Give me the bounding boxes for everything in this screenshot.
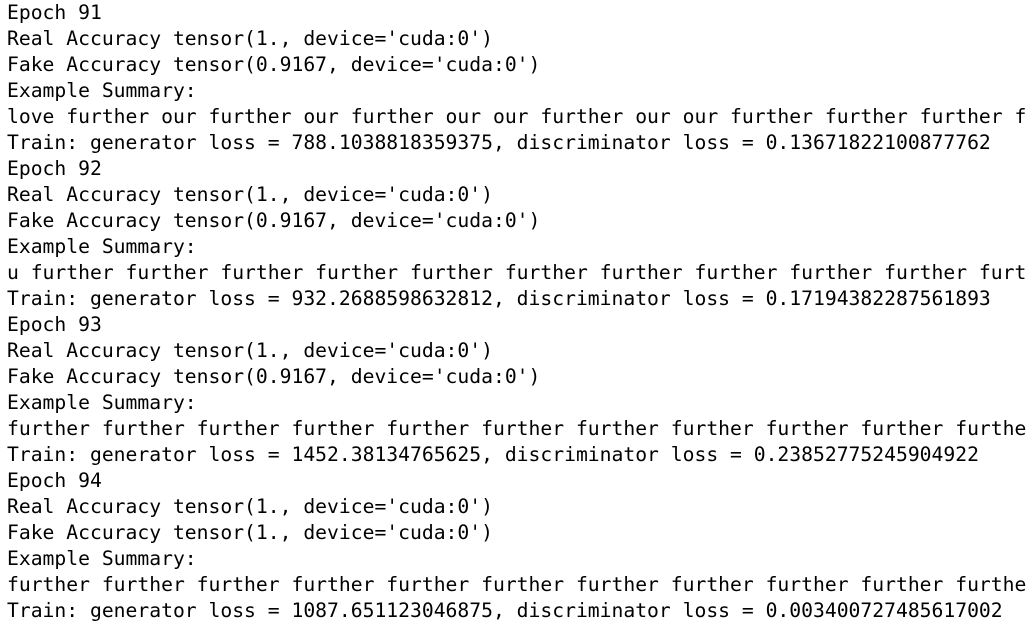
train-loss-line: Train: generator loss = 1452.38134765625… [7, 443, 979, 466]
train-loss-line: Train: generator loss = 1087.65112304687… [7, 599, 1003, 622]
example-summary-label: Example Summary: [7, 235, 197, 258]
example-summary-label: Example Summary: [7, 79, 197, 102]
epoch-header: Epoch 94 [7, 469, 102, 492]
example-summary-text: love further our further our further our… [7, 105, 1027, 128]
real-accuracy-line: Real Accuracy tensor(1., device='cuda:0'… [7, 183, 493, 206]
train-loss-line: Train: generator loss = 788.103881835937… [7, 131, 991, 154]
epoch-header: Epoch 91 [7, 1, 102, 24]
real-accuracy-line: Real Accuracy tensor(1., device='cuda:0'… [7, 495, 493, 518]
real-accuracy-line: Real Accuracy tensor(1., device='cuda:0'… [7, 339, 493, 362]
example-summary-text: further further further further further … [7, 417, 1027, 440]
epoch-header: Epoch 92 [7, 157, 102, 180]
real-accuracy-line: Real Accuracy tensor(1., device='cuda:0'… [7, 27, 493, 50]
epoch-header: Epoch 93 [7, 313, 102, 336]
fake-accuracy-line: Fake Accuracy tensor(0.9167, device='cud… [7, 365, 541, 388]
example-summary-label: Example Summary: [7, 391, 197, 414]
console-output: Epoch 91 Real Accuracy tensor(1., device… [7, 0, 1029, 624]
fake-accuracy-line: Fake Accuracy tensor(0.9167, device='cud… [7, 53, 541, 76]
example-summary-text: further further further further further … [7, 573, 1027, 596]
example-summary-label: Example Summary: [7, 547, 197, 570]
fake-accuracy-line: Fake Accuracy tensor(1., device='cuda:0'… [7, 521, 493, 544]
example-summary-text: u further further further further furthe… [7, 261, 1027, 284]
fake-accuracy-line: Fake Accuracy tensor(0.9167, device='cud… [7, 209, 541, 232]
train-loss-line: Train: generator loss = 932.268859863281… [7, 287, 991, 310]
